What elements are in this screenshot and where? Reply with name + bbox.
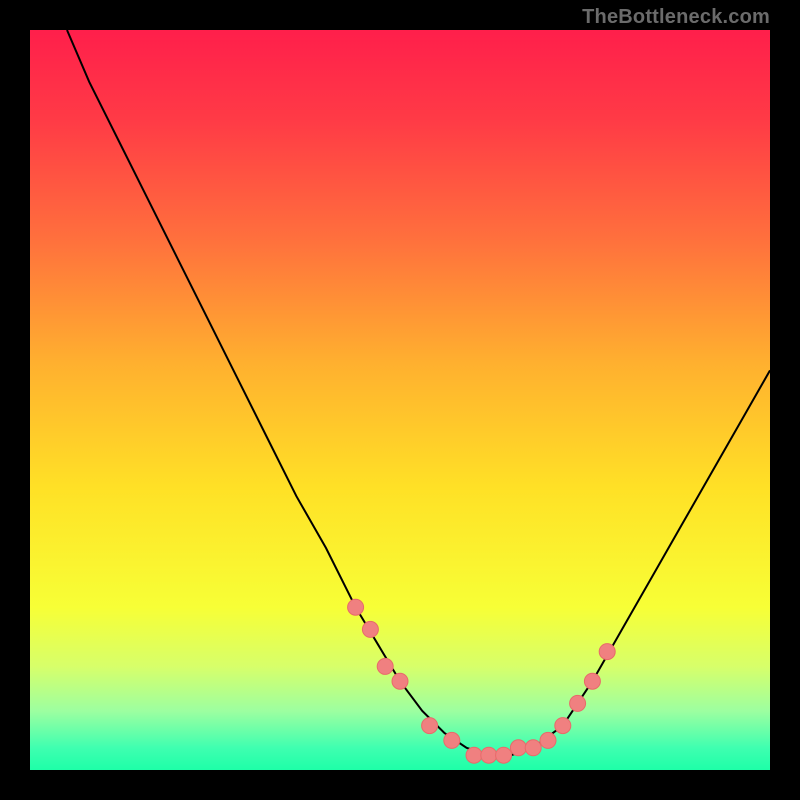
curve-marker — [525, 740, 541, 756]
curve-marker — [466, 747, 482, 763]
watermark-text: TheBottleneck.com — [582, 6, 770, 29]
curve-marker — [348, 599, 364, 615]
curve-marker — [599, 644, 615, 660]
curve-marker — [584, 673, 600, 689]
bottleneck-curve — [67, 30, 770, 755]
curve-marker — [510, 740, 526, 756]
curve-markers — [348, 599, 616, 763]
curve-marker — [481, 747, 497, 763]
curve-marker — [555, 718, 571, 734]
curve-marker — [392, 673, 408, 689]
chart-svg — [30, 30, 770, 770]
curve-marker — [496, 747, 512, 763]
curve-marker — [377, 658, 393, 674]
chart-frame: TheBottleneck.com — [0, 0, 800, 800]
curve-marker — [422, 718, 438, 734]
curve-marker — [540, 732, 556, 748]
curve-marker — [570, 695, 586, 711]
curve-marker — [362, 621, 378, 637]
curve-marker — [444, 732, 460, 748]
